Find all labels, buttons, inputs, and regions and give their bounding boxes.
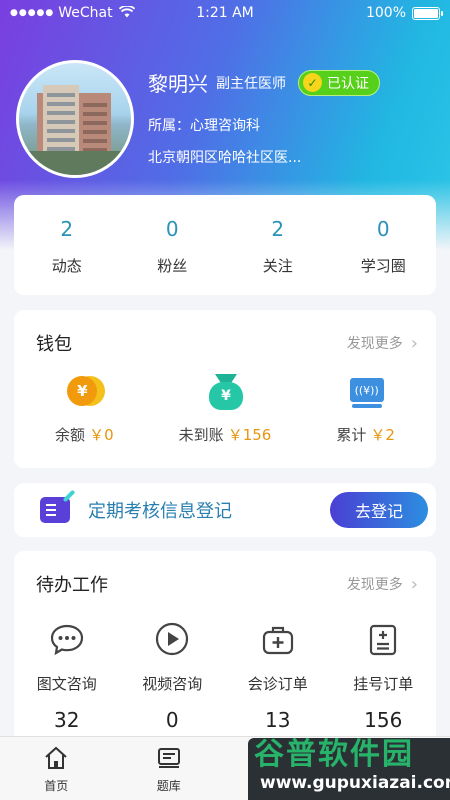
todo-count: 13 — [265, 708, 291, 732]
assessment-register-banner[interactable]: 定期考核信息登记 去登记 — [14, 483, 436, 537]
department: 所属：心理咨询科 — [148, 118, 260, 134]
wallet-more-link[interactable]: 发现更多 › — [347, 333, 418, 354]
todo-count: 32 — [54, 708, 80, 732]
stat-value: 2 — [60, 217, 74, 241]
more-label: 发现更多 — [346, 577, 403, 593]
clipboard-plus-icon — [365, 621, 401, 657]
avatar[interactable] — [16, 60, 134, 178]
address: 北京朝阳区哈哈社区医... — [148, 150, 302, 166]
chevron-right-icon: › — [410, 332, 418, 354]
tab-label: 首页 — [44, 779, 69, 793]
todo-item-video-consult[interactable]: 视频咨询 0 — [120, 621, 226, 732]
profile-section: 黎明兴 副主任医师 ✓ 已认证 所属：心理咨询科 北京朝阳区哈哈社区医... — [16, 60, 380, 178]
stats-card: 2 动态 0 粉丝 2 关注 0 学习圈 — [14, 195, 436, 295]
medical-kit-icon — [260, 621, 296, 657]
question-bank-icon — [113, 745, 226, 771]
verified-badge: ✓ 已认证 — [298, 69, 380, 96]
wallet-amount: ￥0 — [89, 426, 114, 444]
todo-label: 挂号订单 — [353, 675, 414, 693]
wallet-label: 未到账 — [178, 426, 224, 444]
status-bar: ●●●●● WeChat 1:21 AM 100% — [0, 0, 450, 26]
stat-fans[interactable]: 0 粉丝 — [120, 195, 226, 295]
check-icon: ✓ — [303, 73, 322, 92]
stat-posts[interactable]: 2 动态 — [14, 195, 120, 295]
watermark-url: www.gupuxiazai.com — [260, 773, 450, 793]
more-label: 发现更多 — [346, 336, 403, 352]
wallet-amount: ￥156 — [227, 426, 272, 444]
wallet-amount: ￥2 — [370, 426, 395, 444]
stat-value: 2 — [271, 217, 285, 241]
stat-study-circle[interactable]: 0 学习圈 — [331, 195, 437, 295]
register-text: 定期考核信息登记 — [88, 501, 232, 522]
watermark-logo-text: 谷普软件园 — [254, 737, 414, 772]
home-icon — [0, 745, 113, 771]
wallet-card: 钱包 发现更多 › ¥ 余额 ￥0 ¥ 未到账 ￥156 ((¥)) 累计 ￥2 — [14, 310, 436, 468]
chat-bubble-icon — [49, 621, 85, 657]
chevron-right-icon: › — [410, 573, 418, 595]
stat-value: 0 — [165, 217, 179, 241]
edit-form-icon — [40, 497, 70, 523]
tab-label: 题库 — [156, 779, 181, 793]
money-bag-icon: ¥ — [206, 374, 244, 412]
todo-label: 视频咨询 — [142, 675, 203, 693]
todo-item-consultation-order[interactable]: 会诊订单 13 — [225, 621, 331, 732]
stat-label: 关注 — [262, 257, 293, 275]
wallet-label: 余额 — [55, 426, 86, 444]
wallet-title: 钱包 — [36, 334, 72, 355]
clock: 1:21 AM — [196, 5, 254, 21]
todo-label: 图文咨询 — [36, 675, 97, 693]
doctor-title: 副主任医师 — [216, 75, 286, 92]
todo-card: 待办工作 发现更多 › 图文咨询 32 视频咨询 0 会诊订单 13 挂号订单 … — [14, 551, 436, 751]
todo-more-link[interactable]: 发现更多 › — [347, 574, 418, 595]
stat-value: 0 — [376, 217, 390, 241]
todo-label: 会诊订单 — [247, 675, 308, 693]
register-button[interactable]: 去登记 — [330, 492, 428, 528]
todo-item-text-consult[interactable]: 图文咨询 32 — [14, 621, 120, 732]
coins-icon: ¥ — [65, 374, 106, 412]
cash-machine-icon: ((¥)) — [347, 374, 385, 412]
wallet-item-pending[interactable]: ¥ 未到账 ￥156 — [155, 374, 296, 445]
doctor-name: 黎明兴 — [148, 72, 208, 96]
wallet-item-total[interactable]: ((¥)) 累计 ￥2 — [295, 374, 436, 445]
stat-label: 动态 — [51, 257, 82, 275]
todo-item-registration-order[interactable]: 挂号订单 156 — [331, 621, 437, 732]
todo-count: 0 — [165, 708, 179, 732]
todo-title: 待办工作 — [36, 575, 108, 596]
todo-count: 156 — [364, 708, 403, 732]
stat-label: 学习圈 — [360, 257, 406, 275]
tab-question-bank[interactable]: 题库 — [113, 737, 226, 800]
battery-icon — [412, 6, 443, 20]
stat-label: 粉丝 — [157, 257, 188, 275]
stat-following[interactable]: 2 关注 — [225, 195, 331, 295]
verified-label: 已认证 — [327, 75, 369, 92]
site-watermark: 谷普软件园 www.gupuxiazai.com — [248, 738, 450, 800]
wallet-item-balance[interactable]: ¥ 余额 ￥0 — [14, 374, 155, 445]
tab-home[interactable]: 首页 — [0, 737, 113, 800]
wallet-label: 累计 — [336, 426, 367, 444]
play-circle-icon — [154, 621, 190, 657]
